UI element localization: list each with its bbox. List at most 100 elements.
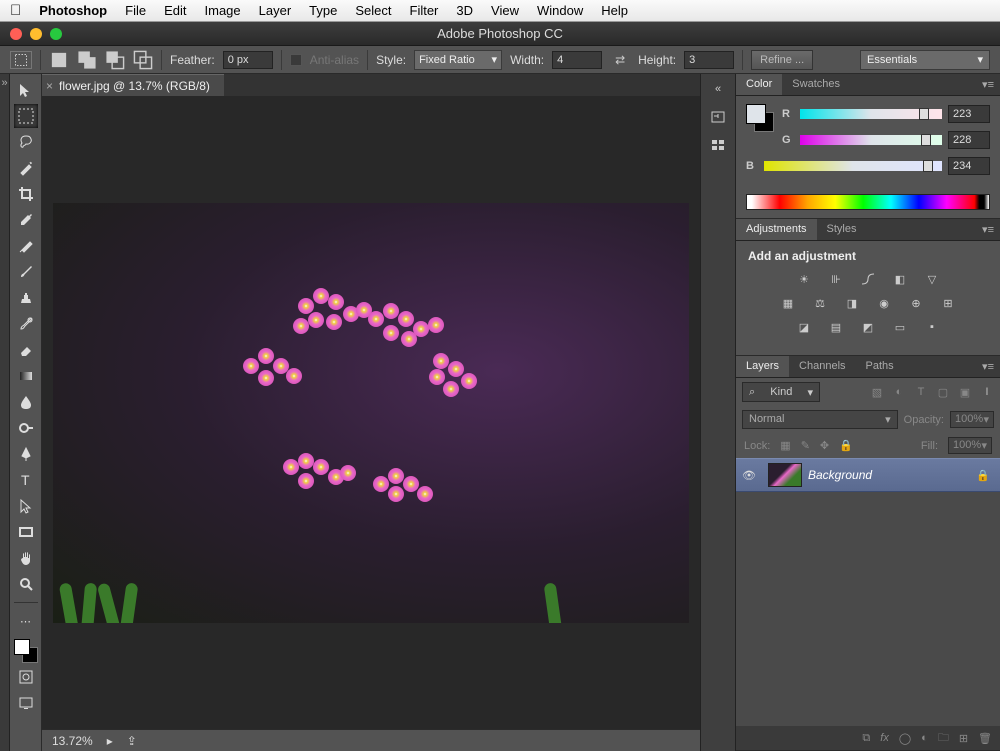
- blur-tool[interactable]: [14, 390, 38, 414]
- menu-image[interactable]: Image: [205, 3, 241, 18]
- layer-thumbnail[interactable]: [768, 463, 802, 487]
- link-layers-icon[interactable]: ⧉: [862, 732, 870, 745]
- layer-locked-icon[interactable]: 🔒: [976, 469, 1000, 482]
- panel-menu-icon[interactable]: ▾≡: [976, 356, 1000, 377]
- layer-fx-icon[interactable]: fx: [880, 732, 889, 744]
- tab-channels[interactable]: Channels: [789, 356, 855, 377]
- fg-swatch[interactable]: [746, 104, 766, 124]
- close-tab-icon[interactable]: ×: [46, 79, 53, 93]
- brightness-contrast-icon[interactable]: ☀: [794, 271, 814, 287]
- exposure-icon[interactable]: ◧: [890, 271, 910, 287]
- b-slider[interactable]: [764, 161, 942, 171]
- hand-tool[interactable]: [14, 546, 38, 570]
- lock-all-icon[interactable]: 🔒: [839, 439, 853, 452]
- photo-filter-icon[interactable]: ◉: [874, 295, 894, 311]
- menu-3d[interactable]: 3D: [456, 3, 473, 18]
- color-balance-icon[interactable]: ⚖: [810, 295, 830, 311]
- color-fg-bg-swatches[interactable]: [746, 104, 774, 132]
- width-input[interactable]: [552, 51, 602, 69]
- tab-paths[interactable]: Paths: [856, 356, 904, 377]
- blend-mode-select[interactable]: Normal▾: [742, 410, 898, 429]
- invert-icon[interactable]: ◪: [794, 319, 814, 335]
- filter-smart-icon[interactable]: ▣: [958, 386, 972, 399]
- minimize-window-button[interactable]: [30, 28, 42, 40]
- crop-tool[interactable]: [14, 182, 38, 206]
- delete-layer-icon[interactable]: 🗑: [978, 732, 992, 745]
- menu-edit[interactable]: Edit: [164, 3, 186, 18]
- menu-select[interactable]: Select: [355, 3, 391, 18]
- add-to-selection-icon[interactable]: [77, 51, 97, 69]
- layer-name[interactable]: Background: [808, 468, 976, 482]
- close-window-button[interactable]: [10, 28, 22, 40]
- move-tool[interactable]: [14, 78, 38, 102]
- new-layer-icon[interactable]: ⊞: [959, 732, 968, 745]
- filter-pixel-icon[interactable]: ▧: [870, 386, 884, 399]
- menu-filter[interactable]: Filter: [410, 3, 439, 18]
- gradient-map-icon[interactable]: ▭: [890, 319, 910, 335]
- screen-mode-icon[interactable]: [14, 691, 38, 715]
- tab-layers[interactable]: Layers: [736, 356, 789, 377]
- properties-panel-icon[interactable]: [707, 136, 729, 154]
- canvas[interactable]: [42, 96, 700, 729]
- menu-file[interactable]: File: [125, 3, 146, 18]
- new-group-icon[interactable]: 🗀: [938, 729, 949, 748]
- eraser-tool[interactable]: [14, 338, 38, 362]
- layer-filter-kind-select[interactable]: ⌕ Kind ▾: [742, 382, 820, 402]
- panel-menu-icon[interactable]: ▾≡: [976, 219, 1000, 240]
- curves-icon[interactable]: [858, 271, 878, 287]
- filter-type-icon[interactable]: T: [914, 386, 928, 399]
- history-panel-icon[interactable]: [707, 108, 729, 126]
- workspace-select[interactable]: Essentials▾: [860, 50, 990, 70]
- height-input[interactable]: [684, 51, 734, 69]
- apple-menu-icon[interactable]: : [10, 2, 21, 19]
- feather-input[interactable]: [223, 51, 273, 69]
- g-slider[interactable]: [800, 135, 942, 145]
- eyedropper-tool[interactable]: [14, 208, 38, 232]
- dodge-tool[interactable]: [14, 416, 38, 440]
- app-menu[interactable]: Photoshop: [39, 3, 107, 18]
- gradient-tool[interactable]: [14, 364, 38, 388]
- b-value-input[interactable]: [948, 157, 990, 175]
- brush-tool[interactable]: [14, 260, 38, 284]
- zoom-tool[interactable]: [14, 572, 38, 596]
- clone-stamp-tool[interactable]: [14, 286, 38, 310]
- opacity-input[interactable]: 100%▾: [950, 411, 994, 428]
- layer-row[interactable]: 👁 Background 🔒: [736, 458, 1000, 492]
- subtract-from-selection-icon[interactable]: [105, 51, 125, 69]
- intersect-selection-icon[interactable]: [133, 51, 153, 69]
- rectangle-shape-tool[interactable]: [14, 520, 38, 544]
- lasso-tool[interactable]: [14, 130, 38, 154]
- swap-width-height-icon[interactable]: ⇄: [610, 51, 630, 69]
- foreground-background-colors[interactable]: [14, 639, 38, 663]
- menu-type[interactable]: Type: [309, 3, 337, 18]
- selective-color-icon[interactable]: ▪: [922, 319, 942, 335]
- zoom-window-button[interactable]: [50, 28, 62, 40]
- type-tool[interactable]: T: [14, 468, 38, 492]
- tab-color[interactable]: Color: [736, 74, 782, 95]
- lock-position-icon[interactable]: ✥: [820, 439, 829, 452]
- black-white-icon[interactable]: ◨: [842, 295, 862, 311]
- status-arrow-icon[interactable]: ▸: [107, 734, 113, 748]
- filter-shape-icon[interactable]: ▢: [936, 386, 950, 399]
- r-slider[interactable]: [800, 109, 942, 119]
- filter-adjustment-icon[interactable]: ◐: [892, 386, 906, 399]
- levels-icon[interactable]: ⊪: [826, 271, 846, 287]
- g-value-input[interactable]: [948, 131, 990, 149]
- menu-view[interactable]: View: [491, 3, 519, 18]
- current-tool-indicator[interactable]: [10, 51, 32, 69]
- menu-layer[interactable]: Layer: [259, 3, 292, 18]
- r-value-input[interactable]: [948, 105, 990, 123]
- new-adjustment-layer-icon[interactable]: ◐: [921, 732, 928, 744]
- status-share-icon[interactable]: ⇪: [127, 734, 137, 748]
- rectangular-marquee-tool[interactable]: [14, 104, 38, 128]
- filter-toggle-icon[interactable]: ⏽: [980, 386, 994, 399]
- healing-brush-tool[interactable]: [14, 234, 38, 258]
- posterize-icon[interactable]: ▤: [826, 319, 846, 335]
- menu-help[interactable]: Help: [601, 3, 628, 18]
- tab-styles[interactable]: Styles: [817, 219, 867, 240]
- edit-toolbar-icon[interactable]: ⋯: [14, 609, 38, 633]
- color-lookup-icon[interactable]: ⊞: [938, 295, 958, 311]
- zoom-level[interactable]: 13.72%: [52, 734, 93, 748]
- fill-input[interactable]: 100%▾: [948, 437, 992, 454]
- refine-edge-button[interactable]: Refine ...: [751, 50, 813, 70]
